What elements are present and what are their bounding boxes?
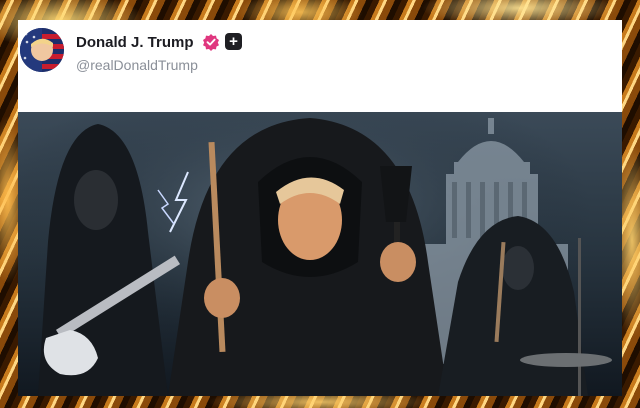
badge-group: +	[202, 33, 242, 51]
plus-icon: +	[225, 33, 242, 50]
social-post-card: Donald J. Trump + @realDonaldTrump	[18, 20, 622, 396]
user-handle[interactable]: @realDonaldTrump	[76, 57, 198, 73]
avatar[interactable]	[20, 28, 64, 72]
verified-badge-icon	[203, 34, 219, 51]
post-image[interactable]	[18, 112, 622, 396]
display-name[interactable]: Donald J. Trump	[76, 34, 194, 51]
post-header: Donald J. Trump + @realDonaldTrump	[18, 20, 622, 112]
